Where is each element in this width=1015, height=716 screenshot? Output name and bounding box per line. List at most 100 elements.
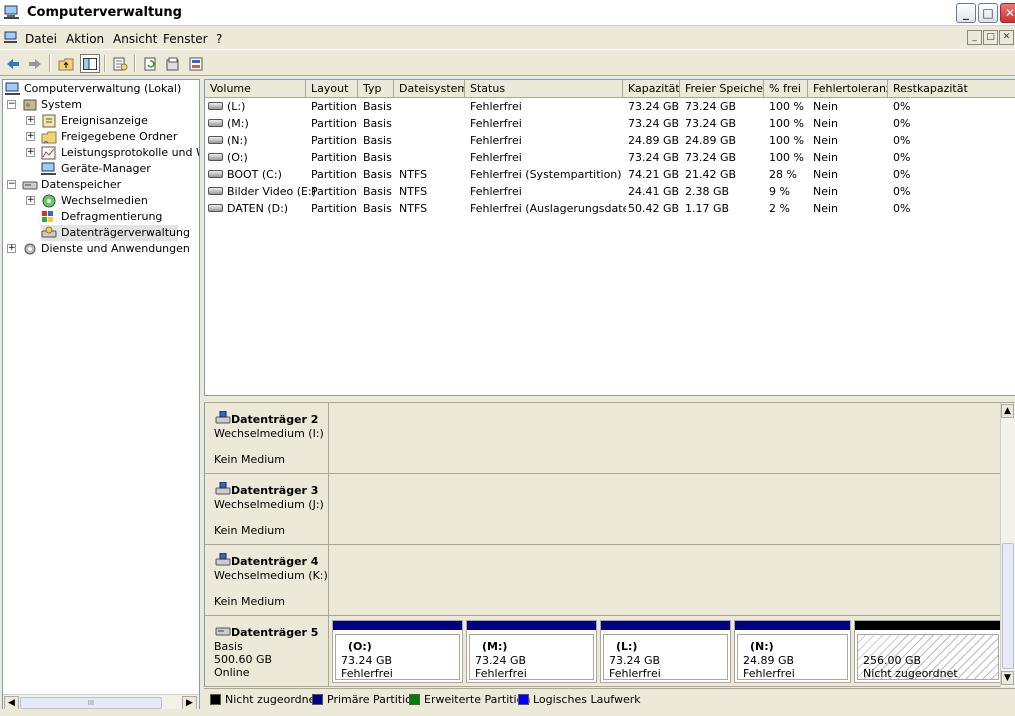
partition-block[interactable]: (M:) 73.24 GB Fehlerfrei <box>466 620 597 683</box>
column-kapazitaet[interactable]: Kapazität <box>623 80 680 98</box>
menu-fenster[interactable]: Fenster <box>163 32 208 46</box>
scroll-left-icon[interactable]: ◀ <box>4 696 19 710</box>
scroll-down-icon[interactable]: ▼ <box>1001 671 1014 685</box>
partition-bar <box>855 621 1001 630</box>
cell-volume: BOOT (C:) <box>227 168 282 181</box>
up-folder-icon[interactable] <box>56 54 76 73</box>
properties-icon[interactable] <box>110 54 130 73</box>
partition-block[interactable]: (L:) 73.24 GB Fehlerfrei <box>600 620 731 683</box>
table-row[interactable]: (O:) Partition Basis Fehlerfrei 73.24 GB 73.2… <box>205 149 1015 166</box>
expand-icon[interactable]: + <box>7 244 16 253</box>
minimize-button[interactable]: _ <box>956 3 976 23</box>
cell-prozent-frei: 100 % <box>769 117 804 130</box>
collapse-icon[interactable]: − <box>7 180 16 189</box>
disk-info[interactable]: Datenträger 4 Wechselmedium (K:) Kein Me… <box>205 545 329 615</box>
column-layout[interactable]: Layout <box>306 80 358 98</box>
computer-management-icon <box>4 5 19 19</box>
mdi-close-button[interactable]: ✕ <box>999 30 1014 45</box>
expand-icon[interactable]: + <box>26 196 35 205</box>
menu-help[interactable]: ? <box>216 32 222 46</box>
column-status[interactable]: Status <box>465 80 623 98</box>
column-restkapazitaet[interactable]: Restkapazität <box>888 80 1015 98</box>
disk-area: (O:) 73.24 GB Fehlerfrei (M:) 73.24 GB F… <box>330 616 1005 686</box>
volume-list-header: Volume Layout Typ Dateisystem Status Kap… <box>205 80 1015 98</box>
disk-status: Kein Medium <box>214 453 285 466</box>
table-row[interactable]: (M:) Partition Basis Fehlerfrei 73.24 GB 73.2… <box>205 115 1015 132</box>
disk-area[interactable] <box>330 403 1005 473</box>
mdi-restore-button[interactable]: □ <box>983 30 998 45</box>
disk-info[interactable]: Datenträger 3 Wechselmedium (J:) Kein Me… <box>205 474 329 544</box>
toolbar <box>0 51 1015 76</box>
disk-area[interactable] <box>330 545 1005 615</box>
collapse-icon[interactable]: − <box>7 100 16 109</box>
disk-area[interactable] <box>330 474 1005 544</box>
help-icon[interactable] <box>187 54 207 73</box>
menu-ansicht[interactable]: Ansicht <box>113 32 157 46</box>
disk-info[interactable]: Datenträger 2 Wechselmedium (I:) Kein Me… <box>205 403 329 473</box>
column-typ[interactable]: Typ <box>358 80 394 98</box>
menu-datei[interactable]: Datei <box>25 32 57 46</box>
cell-fehlertoleranz: Nein <box>813 168 839 181</box>
column-prozent-frei[interactable]: % frei <box>764 80 808 98</box>
scroll-thumb[interactable]: III <box>20 697 162 709</box>
legend: Nicht zugeordnet Primäre Partition Erwei… <box>204 688 1015 708</box>
hard-disk-icon <box>215 627 231 636</box>
disk-vertical-scrollbar[interactable]: ▲ ▼ <box>1000 403 1015 687</box>
cell-status: Fehlerfrei <box>470 151 522 164</box>
unallocated-block[interactable]: 256.00 GB Nicht zugeordnet <box>854 620 1002 683</box>
disk-size: 500.60 GB <box>214 653 273 666</box>
cell-typ: Basis <box>363 100 392 113</box>
column-volume[interactable]: Volume <box>205 80 306 98</box>
table-row[interactable]: BOOT (C:) Partition Basis NTFS Fehlerfrei (S… <box>205 166 1015 183</box>
forward-icon[interactable] <box>25 54 45 73</box>
system-menu-icon[interactable] <box>4 31 18 44</box>
back-icon[interactable] <box>3 54 23 73</box>
tree-item-datentraegerverwaltung[interactable]: Datenträgerverwaltung <box>41 225 190 241</box>
partition-inner: 256.00 GB Nicht zugeordnet <box>857 634 999 680</box>
device-manager-icon <box>41 162 56 175</box>
partition-name: (L:) <box>616 640 638 653</box>
disk-status: Kein Medium <box>214 524 285 537</box>
mdi-minimize-button[interactable]: _ <box>967 30 982 45</box>
scroll-up-icon[interactable]: ▲ <box>1001 404 1014 418</box>
tree-horizontal-scrollbar[interactable]: ◀ III ▶ <box>3 694 199 710</box>
table-row[interactable]: (N:) Partition Basis Fehlerfrei 24.89 GB 24.8… <box>205 132 1015 149</box>
refresh-icon[interactable] <box>141 54 161 73</box>
column-freier-speicher[interactable]: Freier Speicher <box>680 80 764 98</box>
computer-icon <box>5 82 20 95</box>
export-icon[interactable] <box>163 54 183 73</box>
partition-block[interactable]: (O:) 73.24 GB Fehlerfrei <box>332 620 463 683</box>
drive-icon <box>208 187 223 195</box>
disk-title: Datenträger 2 <box>231 413 319 426</box>
table-row[interactable]: DATEN (D:) Partition Basis NTFS Fehlerfrei (… <box>205 200 1015 217</box>
menu-aktion[interactable]: Aktion <box>66 32 104 46</box>
expand-icon[interactable]: + <box>26 148 35 157</box>
cell-volume: (L:) <box>227 100 246 113</box>
disk-title: Datenträger 3 <box>231 484 319 497</box>
cell-kapazitaet: 73.24 GB <box>628 100 680 113</box>
cell-freier-speicher: 73.24 GB <box>685 151 737 164</box>
show-hide-tree-icon[interactable] <box>80 54 100 73</box>
disk-management-icon <box>41 226 57 238</box>
table-row[interactable]: Bilder Video (E:) Partition Basis NTFS Fehle… <box>205 183 1015 200</box>
table-row[interactable]: (L:) Partition Basis Fehlerfrei 73.24 GB 73.2… <box>205 98 1015 115</box>
partition-block[interactable]: (N:) 24.89 GB Fehlerfrei <box>734 620 851 683</box>
pane-splitter[interactable] <box>204 396 1015 403</box>
partition-status: Fehlerfrei <box>609 667 661 680</box>
cell-prozent-frei: 2 % <box>769 202 790 215</box>
scroll-thumb[interactable] <box>1002 543 1014 669</box>
column-fehlertoleranz[interactable]: Fehlertoleranz <box>808 80 888 98</box>
storage-icon <box>22 181 38 190</box>
cell-volume: (O:) <box>227 151 248 164</box>
expand-icon[interactable]: + <box>26 132 35 141</box>
expand-icon[interactable]: + <box>26 116 35 125</box>
cell-status: Fehlerfrei <box>470 134 522 147</box>
scroll-right-icon[interactable]: ▶ <box>182 696 197 710</box>
disk-info[interactable]: Datenträger 5 Basis 500.60 GB Online <box>205 616 329 686</box>
column-dateisystem[interactable]: Dateisystem <box>394 80 465 98</box>
maximize-button[interactable]: □ <box>978 3 998 23</box>
cell-dateisystem <box>399 149 468 166</box>
close-button[interactable]: ✕ <box>1000 3 1015 23</box>
disk-row: Datenträger 2 Wechselmedium (I:) Kein Me… <box>205 403 1005 474</box>
partition-bar <box>333 621 462 630</box>
